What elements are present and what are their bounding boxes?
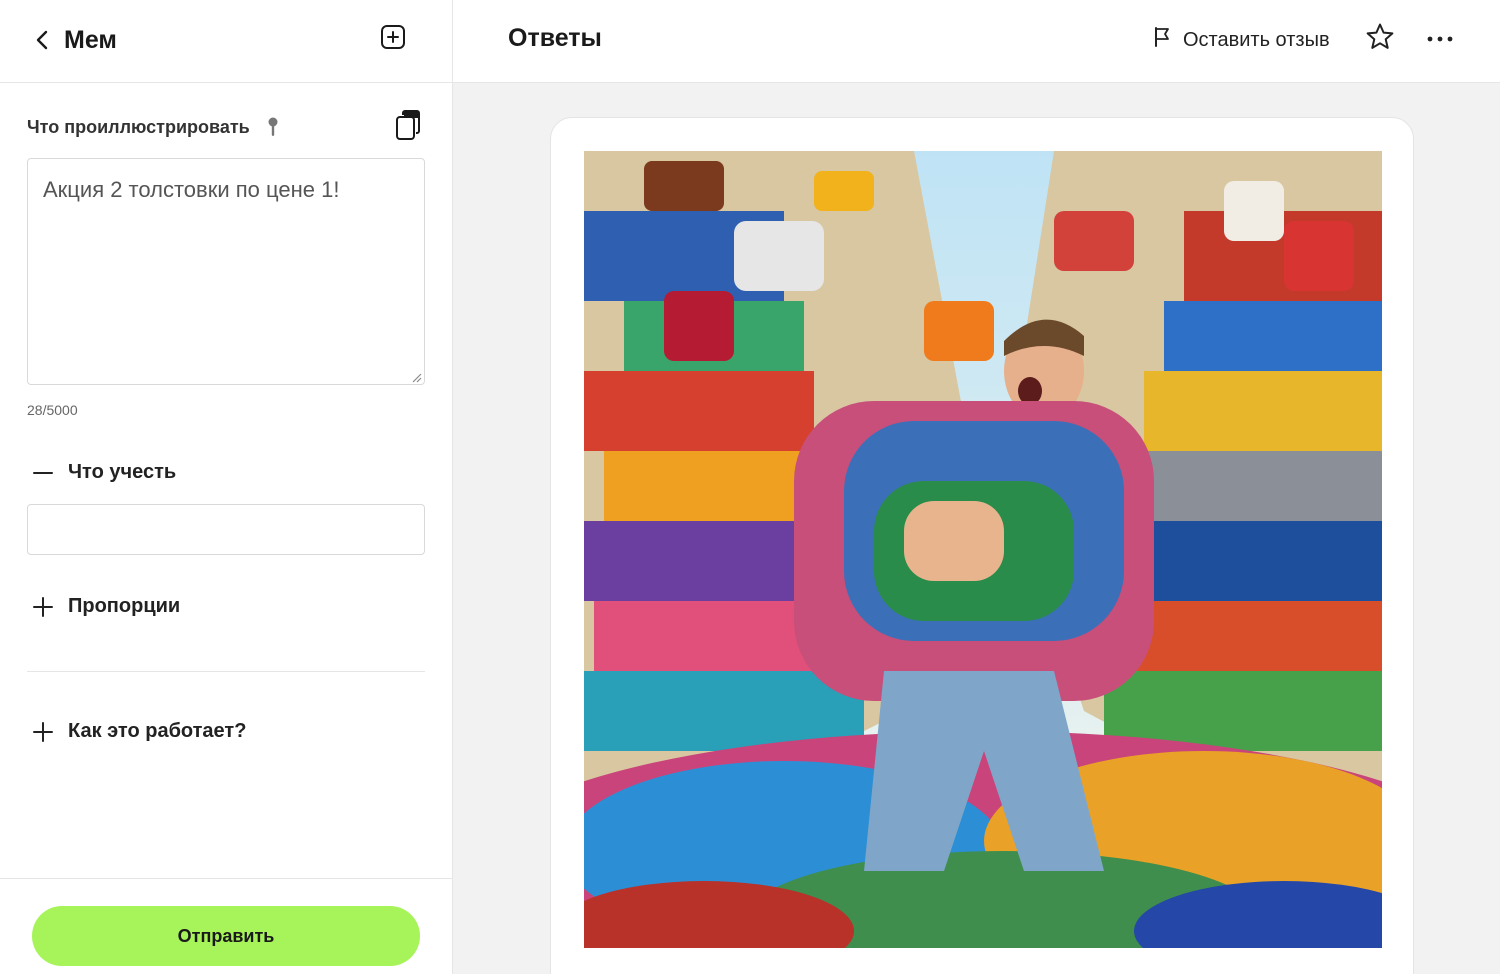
send-button[interactable]: Отправить — [32, 906, 420, 966]
consider-label: Что учесть — [68, 461, 177, 483]
back-button[interactable]: Мем — [32, 22, 117, 58]
app: Мем Что проиллюстрировать Акция 2 толсто… — [0, 0, 1500, 974]
how-it-works-label: Как это работает? — [68, 720, 247, 742]
how-it-works-toggle[interactable]: Как это работает? — [32, 720, 246, 743]
flag-icon — [1153, 27, 1171, 53]
chevron-left-icon — [32, 29, 54, 51]
left-footer: Отправить — [0, 878, 452, 974]
prompt-textarea[interactable]: Акция 2 толстовки по цене 1! — [27, 158, 425, 385]
plus-icon — [32, 721, 54, 743]
more-button[interactable] — [1423, 24, 1457, 54]
char-counter: 28/5000 — [27, 402, 78, 418]
minus-icon — [32, 462, 54, 484]
prompt-label: Что проиллюстрировать — [27, 116, 250, 137]
favorite-button[interactable] — [1363, 22, 1397, 56]
feedback-button[interactable]: Оставить отзыв — [1153, 24, 1330, 56]
right-header: Ответы Оставить отзыв — [453, 0, 1500, 83]
copy-icon — [395, 109, 421, 146]
prompt-label-row: Что проиллюстрировать — [27, 115, 282, 139]
left-panel: Мем Что проиллюстрировать Акция 2 толсто… — [0, 0, 453, 974]
right-panel: Ответы Оставить отзыв — [453, 0, 1500, 974]
page-title: Мем — [64, 25, 117, 54]
divider — [27, 671, 425, 672]
generated-image[interactable] — [584, 151, 1382, 948]
copy-button[interactable] — [393, 109, 423, 146]
answer-card — [550, 117, 1414, 974]
more-dots-icon — [1427, 30, 1453, 48]
proportions-label: Пропорции — [68, 595, 181, 617]
plus-square-icon — [380, 24, 406, 55]
pin-icon[interactable] — [264, 115, 282, 139]
new-chat-button[interactable] — [378, 24, 408, 54]
resize-handle-icon[interactable] — [410, 370, 422, 383]
star-icon — [1365, 22, 1395, 57]
proportions-toggle[interactable]: Пропорции — [32, 595, 180, 618]
left-header: Мем — [0, 0, 452, 83]
feedback-label: Оставить отзыв — [1183, 28, 1330, 51]
answers-title: Ответы — [508, 24, 602, 52]
plus-icon — [32, 596, 54, 618]
consider-toggle[interactable]: Что учесть — [32, 461, 176, 484]
consider-input[interactable] — [27, 504, 425, 555]
